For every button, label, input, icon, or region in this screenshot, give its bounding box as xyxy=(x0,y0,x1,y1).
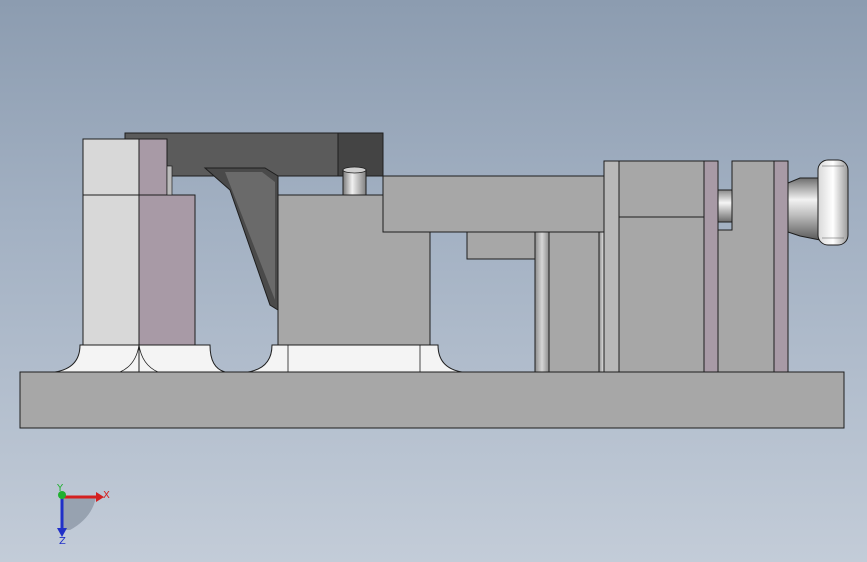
locating-pin[interactable] xyxy=(342,169,367,196)
z-axis-label: Z xyxy=(59,536,66,547)
axis-triad: X Y Z xyxy=(56,483,110,547)
cad-3d-viewport[interactable]: X Y Z xyxy=(0,0,867,562)
guide-rod-left[interactable] xyxy=(534,231,550,373)
x-axis-label: X xyxy=(103,490,110,501)
cad-model-canvas[interactable]: X Y Z xyxy=(0,0,867,562)
center-fillet-base[interactable] xyxy=(247,344,463,373)
y-axis-label: Y xyxy=(56,483,64,494)
left-fillet-base[interactable] xyxy=(54,344,226,373)
adjustment-knob[interactable] xyxy=(787,159,849,246)
right-housing[interactable] xyxy=(603,160,719,373)
guide-block[interactable] xyxy=(548,231,600,373)
base-plate[interactable] xyxy=(19,371,845,429)
lead-screw-shaft[interactable] xyxy=(717,189,733,223)
